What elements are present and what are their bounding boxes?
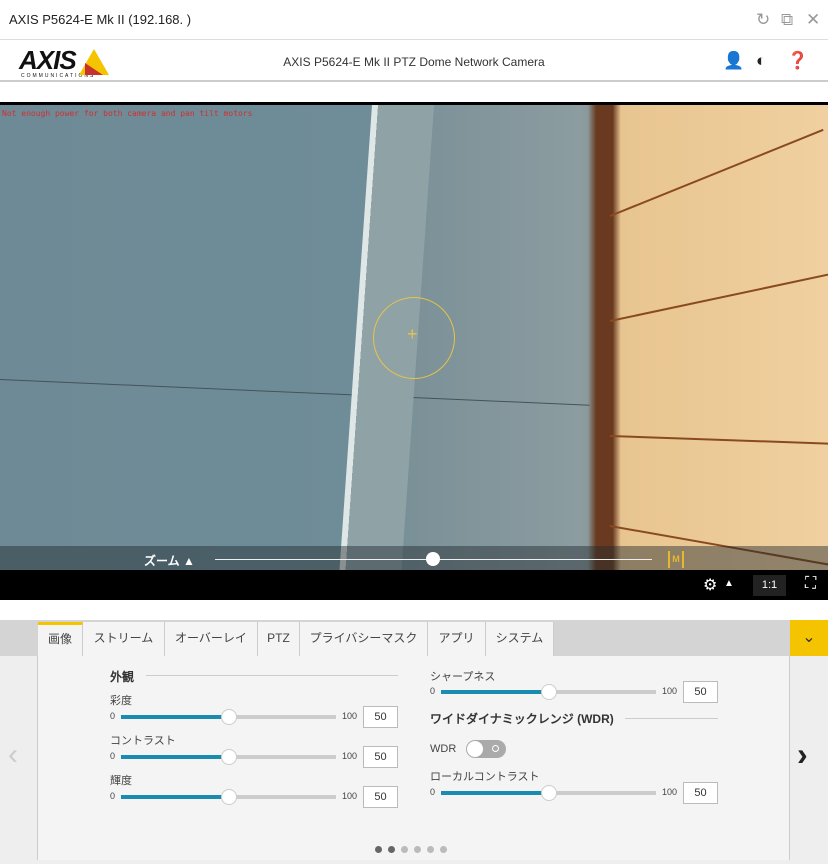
sharpness-min: 0 xyxy=(430,686,436,696)
next-page-chevron-icon[interactable]: › xyxy=(797,736,808,773)
previous-page-chevron-icon[interactable]: ‹ xyxy=(8,738,18,772)
window-title: AXIS P5624-E Mk II (192.168. ) xyxy=(9,12,192,27)
brightness-max: 100 xyxy=(342,791,358,801)
saturation-value-input[interactable]: 50 xyxy=(363,706,398,728)
collapse-panel-chevron-icon[interactable]: ⌄ xyxy=(790,620,828,656)
help-icon[interactable]: ❓ xyxy=(787,51,808,71)
zoom-slider-thumb[interactable] xyxy=(426,552,440,566)
wdr-heading: ワイドダイナミックレンジ (WDR) xyxy=(430,712,614,726)
auto-settings-gear-icon[interactable]: ⚙ xyxy=(703,575,717,595)
local-contrast-slider-fill xyxy=(441,791,549,795)
window-titlebar: AXIS P5624-E Mk II (192.168. ) ↻ ⧉ ✕ xyxy=(0,0,828,40)
sharpness-label: シャープネス xyxy=(430,671,496,683)
tab-apps[interactable]: アプリ xyxy=(428,622,486,656)
external-link-icon[interactable]: ⧉ xyxy=(781,10,793,30)
saturation-slider-fill xyxy=(121,715,229,719)
brightness-slider-thumb[interactable] xyxy=(220,789,237,805)
sharpness-max: 100 xyxy=(662,686,678,696)
contrast-max: 100 xyxy=(342,751,358,761)
tab-privacy-mask[interactable]: プライバシーマスク xyxy=(300,622,428,656)
contrast-theme-icon[interactable]: ◐ xyxy=(756,51,766,71)
zoom-label[interactable]: ズーム ▲ xyxy=(144,552,195,569)
saturation-min: 0 xyxy=(110,711,116,721)
local-contrast-label: ローカルコントラスト xyxy=(430,771,540,783)
tab-stream[interactable]: ストリーム xyxy=(83,622,165,656)
brightness-min: 0 xyxy=(110,791,116,801)
contrast-min: 0 xyxy=(110,751,116,761)
page-dot[interactable] xyxy=(388,846,395,853)
expand-up-icon[interactable]: ▲ xyxy=(724,578,734,589)
saturation-max: 100 xyxy=(342,711,358,721)
page-dot[interactable] xyxy=(427,846,434,853)
contrast-slider-thumb[interactable] xyxy=(220,749,237,765)
tab-overlay[interactable]: オーバーレイ xyxy=(165,622,258,656)
brightness-label: 輝度 xyxy=(110,775,132,787)
local-contrast-min: 0 xyxy=(430,787,436,797)
app-header: AXIS COMMUNICATIONS AXIS P5624-E Mk II P… xyxy=(0,41,828,82)
page-dot[interactable] xyxy=(440,846,447,853)
page-dot[interactable] xyxy=(401,846,408,853)
local-contrast-slider-thumb[interactable] xyxy=(540,785,557,801)
settings-tabs: 画像 ストリーム オーバーレイ PTZ プライバシーマスク アプリ システム xyxy=(0,620,828,656)
local-contrast-value-input[interactable]: 50 xyxy=(683,782,718,804)
page-title: AXIS P5624-E Mk II PTZ Dome Network Came… xyxy=(283,55,545,69)
wdr-toggle-label: WDR xyxy=(430,743,457,755)
local-contrast-max: 100 xyxy=(662,787,678,797)
contrast-slider-fill xyxy=(121,755,229,759)
contrast-label: コントラスト xyxy=(110,735,176,747)
contrast-value-input[interactable]: 50 xyxy=(363,746,398,768)
page-dot[interactable] xyxy=(375,846,382,853)
manual-focus-button[interactable]: M xyxy=(668,551,684,568)
sharpness-slider-fill xyxy=(441,690,549,694)
page-dot[interactable] xyxy=(414,846,421,853)
user-icon[interactable]: 👤 xyxy=(723,51,744,71)
wdr-toggle[interactable] xyxy=(466,740,506,758)
tab-system[interactable]: システム xyxy=(486,622,554,656)
appearance-heading: 外観 xyxy=(110,670,135,684)
ratio-1-1-button[interactable]: 1:1 xyxy=(753,575,786,596)
brightness-value-input[interactable]: 50 xyxy=(363,786,398,808)
brightness-slider-fill xyxy=(121,795,229,799)
video-toolbar: ⚙ ▲ 1:1 ⛶ xyxy=(0,570,828,600)
refresh-icon[interactable]: ↻ xyxy=(756,10,770,30)
live-video-view[interactable]: Not enough power for both camera and pan… xyxy=(0,102,828,570)
zoom-bar: ズーム ▲ M xyxy=(0,546,828,570)
close-icon[interactable]: ✕ xyxy=(806,10,820,30)
sharpness-slider-thumb[interactable] xyxy=(540,684,557,700)
overlay-warning-text: Not enough power for both camera and pan… xyxy=(2,109,253,118)
saturation-slider-thumb[interactable] xyxy=(220,709,237,725)
ptz-center-target: + xyxy=(373,297,455,379)
sharpness-value-input[interactable]: 50 xyxy=(683,681,718,703)
saturation-label: 彩度 xyxy=(110,695,132,707)
tab-ptz[interactable]: PTZ xyxy=(258,622,300,656)
tab-image[interactable]: 画像 xyxy=(38,622,83,656)
fullscreen-icon[interactable]: ⛶ xyxy=(805,575,816,593)
